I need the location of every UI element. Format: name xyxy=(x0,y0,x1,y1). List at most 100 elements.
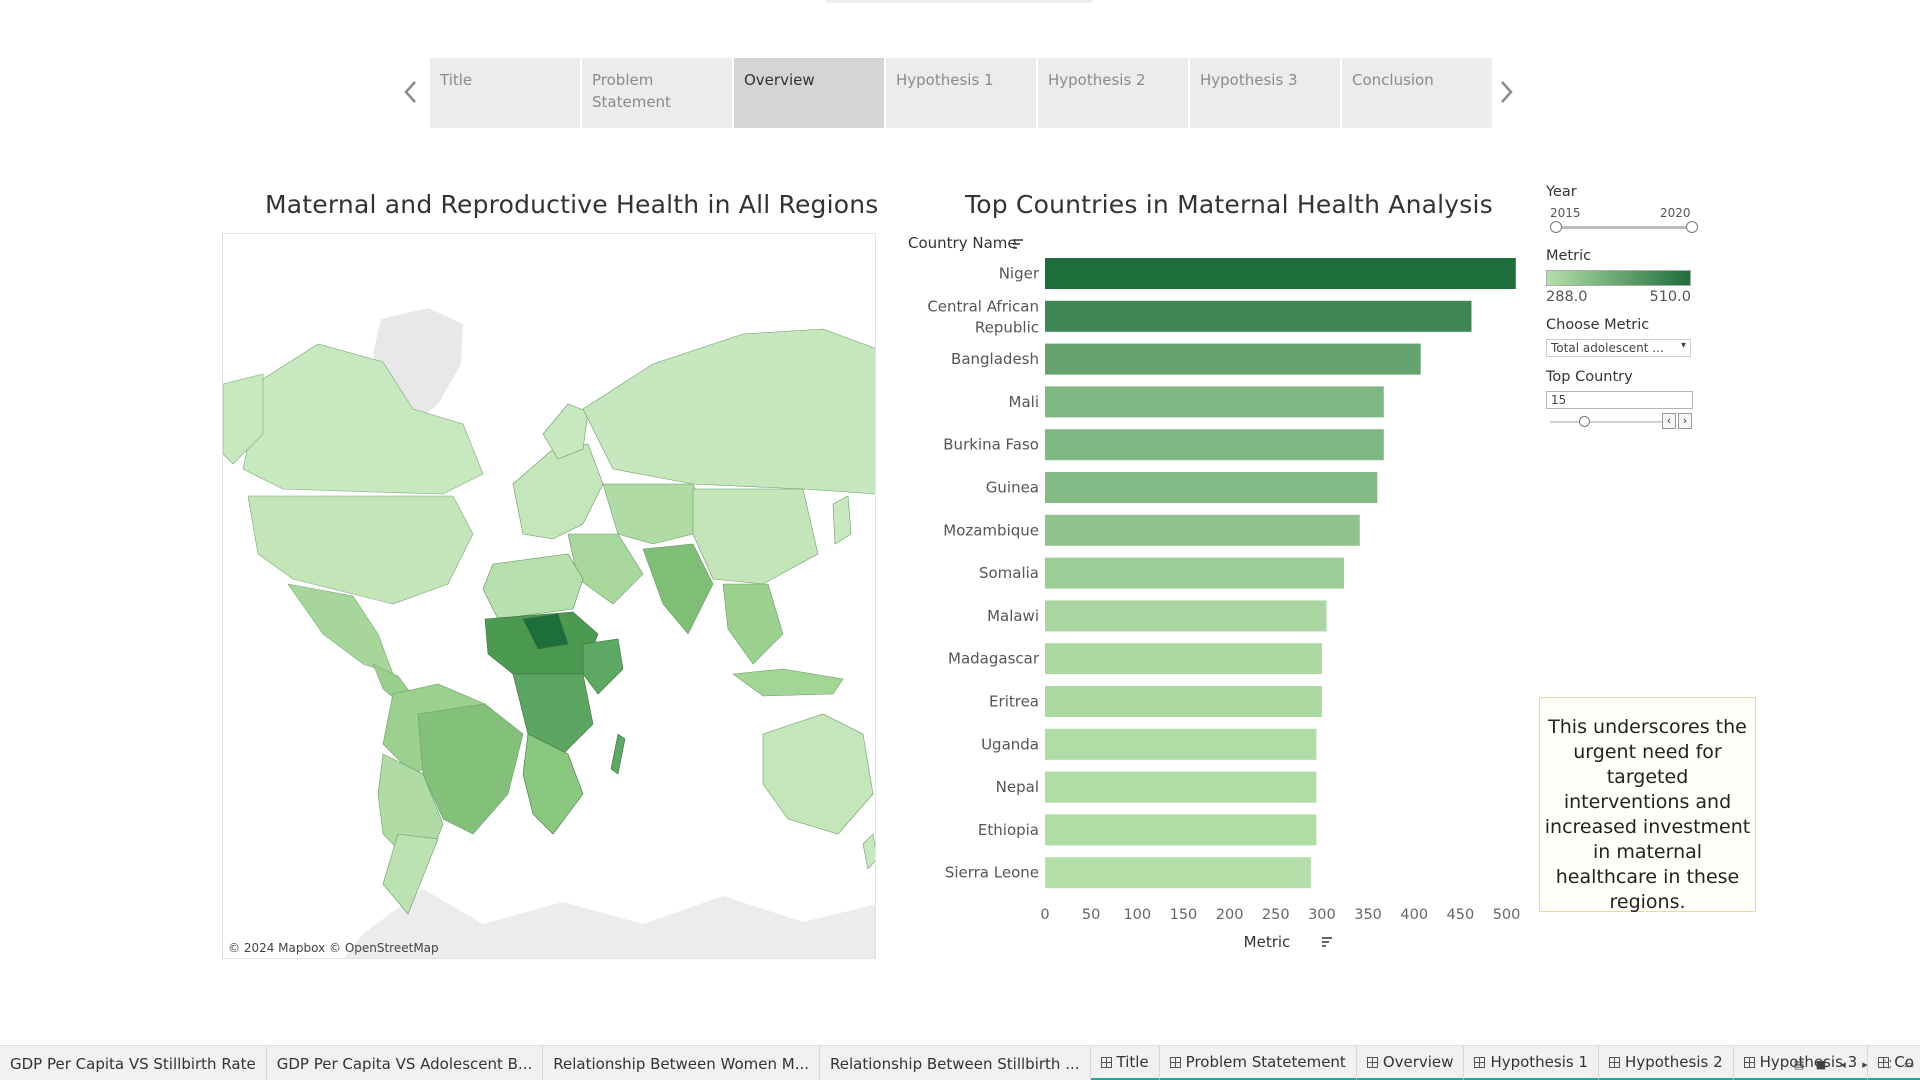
middle-east-shape xyxy=(567,533,644,605)
country-label[interactable]: Malawi xyxy=(987,607,1039,625)
bar-somalia[interactable] xyxy=(1045,557,1345,589)
bar-bangladesh[interactable] xyxy=(1045,343,1421,375)
country-label[interactable]: Eritrea xyxy=(989,693,1039,711)
southern-africa-shape xyxy=(522,733,584,835)
top-country-track xyxy=(1550,421,1662,423)
bar-burkina-faso[interactable] xyxy=(1045,429,1384,461)
story-tab-icon xyxy=(1100,1056,1112,1068)
bar-eritrea[interactable] xyxy=(1045,686,1322,717)
top-country-input[interactable]: 15 xyxy=(1546,391,1693,409)
country-label[interactable]: Sierra Leone xyxy=(945,864,1039,882)
year-range-slider[interactable]: 2015 2020 xyxy=(1546,204,1726,238)
sheet-tab-problem-statetement[interactable]: Problem Statetement xyxy=(1159,1046,1357,1080)
presentation-mode-icon[interactable]: ▭ xyxy=(1902,1058,1916,1072)
central-africa-shape xyxy=(512,673,594,755)
sheet-tab-overview[interactable]: Overview xyxy=(1356,1046,1465,1080)
fit-icon[interactable]: ⛶ xyxy=(1880,1058,1894,1072)
country-label[interactable]: Madagascar xyxy=(948,650,1040,668)
year-min-handle[interactable] xyxy=(1550,221,1562,233)
sheet-tab-relationship-between-stillbirth[interactable]: Relationship Between Stillbirth ... xyxy=(820,1046,1091,1080)
metric-axis-title[interactable]: Metric xyxy=(1244,933,1291,951)
china-shape xyxy=(692,488,819,585)
x-tick-label: 200 xyxy=(1216,907,1244,923)
top-country-slider[interactable]: ‹ › xyxy=(1546,413,1726,431)
chevron-right-icon xyxy=(1501,81,1513,103)
sheet-tab-label: GDP Per Capita VS Stillbirth Rate xyxy=(10,1054,256,1073)
bar-mali[interactable] xyxy=(1045,386,1384,418)
legend-min-label: 288.0 xyxy=(1546,289,1588,305)
chevron-right-icon: › xyxy=(1682,414,1688,427)
bar-uganda[interactable] xyxy=(1045,728,1317,760)
sheet-tab-relationship-between-women-m[interactable]: Relationship Between Women M... xyxy=(543,1046,821,1080)
year-min-label: 2015 xyxy=(1550,206,1581,220)
russia-shape xyxy=(582,328,875,495)
bar-guinea[interactable] xyxy=(1045,472,1378,503)
country-label[interactable]: Mozambique xyxy=(943,521,1039,539)
country-label[interactable]: Bangladesh xyxy=(951,350,1039,368)
country-label[interactable]: Guinea xyxy=(986,479,1039,497)
filter-panel: Year 2015 2020 Metric 288.0 510.0 Choose… xyxy=(1546,184,1726,431)
top-country-handle[interactable] xyxy=(1578,416,1590,427)
country-label[interactable]: Mali xyxy=(1009,393,1039,411)
top-country-title: Top Country xyxy=(1546,369,1633,385)
sheet-tab-hypothesis-2[interactable]: Hypothesis 2 xyxy=(1599,1046,1734,1080)
story-point-title[interactable]: Title xyxy=(430,58,580,128)
story-point-conclusion[interactable]: Conclusion xyxy=(1342,58,1492,128)
bar-nepal[interactable] xyxy=(1045,771,1317,803)
country-label[interactable]: Ethiopia xyxy=(978,821,1039,839)
madagascar-shape xyxy=(610,733,626,775)
bar-central-african-republic[interactable] xyxy=(1045,300,1472,332)
year-filter-title: Year xyxy=(1546,184,1577,200)
show-tabs-icon[interactable]: ■ xyxy=(1814,1058,1828,1072)
country-label[interactable]: Burkina Faso xyxy=(943,436,1039,454)
increment-button[interactable]: › xyxy=(1678,413,1692,429)
top-toolbar-edge xyxy=(826,0,1092,3)
country-label[interactable]: Nepal xyxy=(996,778,1039,796)
bar-madagascar[interactable] xyxy=(1045,643,1322,675)
x-tick-label: 300 xyxy=(1308,907,1336,923)
bar-sierra-leone[interactable] xyxy=(1045,857,1311,889)
year-max-label: 2020 xyxy=(1660,206,1691,220)
story-point-hypothesis-2[interactable]: Hypothesis 2 xyxy=(1038,58,1188,128)
country-label[interactable]: Somalia xyxy=(979,564,1039,582)
story-tab-icon xyxy=(1609,1056,1621,1068)
sheet-tab-label: GDP Per Capita VS Adolescent B... xyxy=(276,1054,533,1073)
chart-title: Top Countries in Maternal Health Analysi… xyxy=(965,190,1493,219)
horn-of-africa-shape xyxy=(582,638,624,695)
sheet-tab-gdp-per-capita-vs-adolescent-b[interactable]: GDP Per Capita VS Adolescent B... xyxy=(266,1046,544,1080)
previous-story-point-button[interactable] xyxy=(400,72,422,112)
sheet-tab-label: Hypothesis 2 xyxy=(1625,1053,1723,1071)
x-tick-label: 500 xyxy=(1493,907,1521,923)
country-name-header[interactable]: Country Name xyxy=(908,234,1017,252)
bar-mozambique[interactable] xyxy=(1045,514,1360,546)
country-label[interactable]: Central African xyxy=(927,297,1039,315)
top-countries-bar-chart: Country Name Niger Central African Republi… xyxy=(908,234,1521,951)
sort-icon[interactable] xyxy=(1322,937,1332,947)
previous-sheet-icon[interactable]: ◂ xyxy=(1836,1058,1850,1072)
x-tick-label: 100 xyxy=(1123,907,1151,923)
x-tick-label: 450 xyxy=(1447,907,1475,923)
country-label[interactable]: Uganda xyxy=(981,735,1039,753)
x-tick-label: 150 xyxy=(1170,907,1198,923)
sheet-tab-gdp-per-capita-vs-stillbirth-rate[interactable]: GDP Per Capita VS Stillbirth Rate xyxy=(0,1046,267,1080)
bar-niger[interactable] xyxy=(1045,258,1516,289)
sheet-tab-hypothesis-1[interactable]: Hypothesis 1 xyxy=(1464,1046,1600,1080)
next-story-point-button[interactable] xyxy=(1495,72,1517,112)
choose-metric-dropdown[interactable]: Total adolescent ... ▾ xyxy=(1546,339,1691,357)
bar-malawi[interactable] xyxy=(1045,600,1327,632)
story-point-hypothesis-1[interactable]: Hypothesis 1 xyxy=(886,58,1036,128)
country-label[interactable]: Niger xyxy=(999,265,1040,283)
story-point-problem-statement[interactable]: Problem Statement xyxy=(582,58,732,128)
country-label[interactable]: Republic xyxy=(975,318,1039,336)
show-filmstrip-icon[interactable]: ▤ xyxy=(1792,1058,1806,1072)
sheet-tab-title[interactable]: Title xyxy=(1090,1046,1160,1080)
next-sheet-icon[interactable]: ▸ xyxy=(1858,1058,1872,1072)
x-tick-label: 250 xyxy=(1262,907,1290,923)
year-max-handle[interactable] xyxy=(1686,221,1698,233)
choropleth-map[interactable]: © 2024 Mapbox © OpenStreetMap xyxy=(222,233,876,959)
story-point-hypothesis-3[interactable]: Hypothesis 3 xyxy=(1190,58,1340,128)
story-point-overview[interactable]: Overview xyxy=(734,58,884,128)
story-tab-icon xyxy=(1474,1056,1486,1068)
decrement-button[interactable]: ‹ xyxy=(1662,413,1676,429)
bar-ethiopia[interactable] xyxy=(1045,814,1317,846)
